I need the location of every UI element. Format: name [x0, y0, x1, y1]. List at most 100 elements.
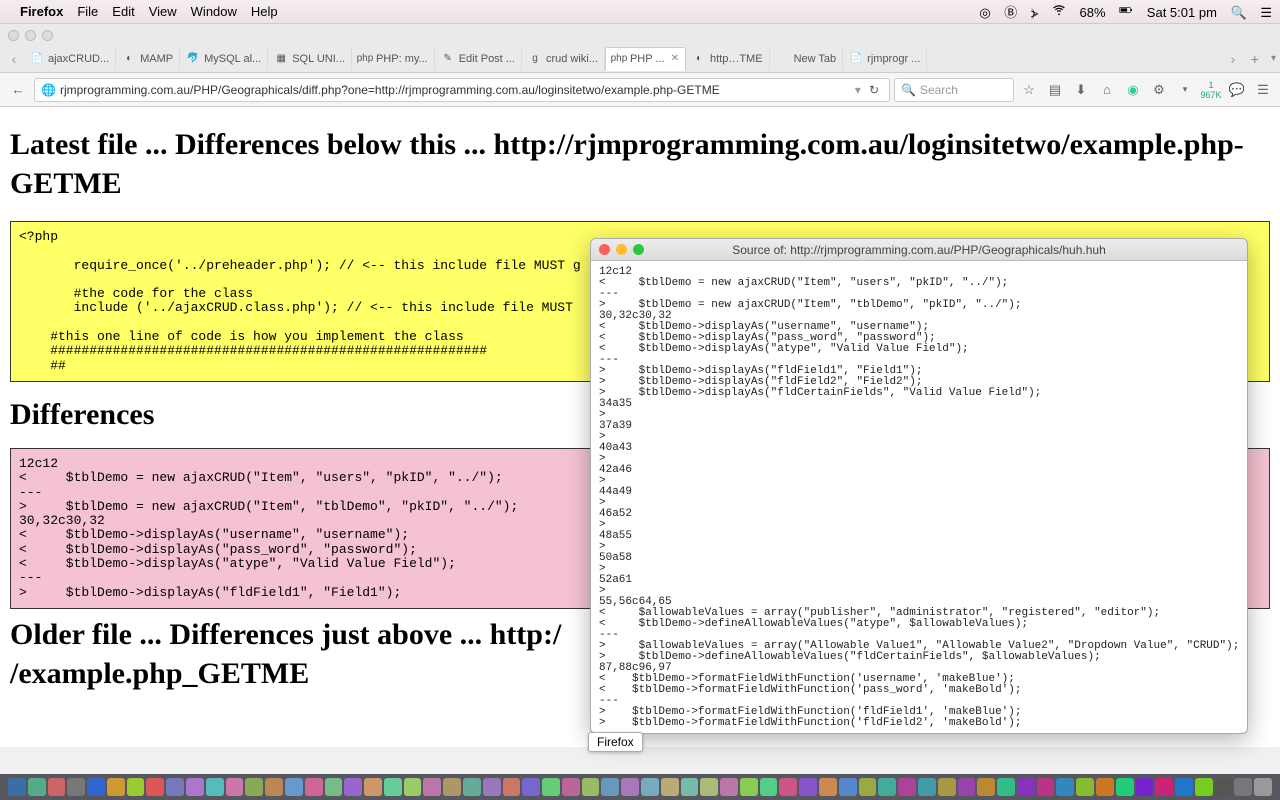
tab-nav-fwd[interactable]: › — [1223, 51, 1243, 67]
tab-close-icon[interactable]: ✕ — [671, 53, 679, 64]
dock-app-icon[interactable] — [859, 778, 877, 796]
dock-app-icon[interactable] — [760, 778, 778, 796]
popup-titlebar[interactable]: Source of: http://rjmprogramming.com.au/… — [591, 239, 1247, 261]
popup-max[interactable] — [633, 244, 644, 255]
reload-button[interactable]: ↻ — [865, 83, 883, 97]
dock-app-icon[interactable] — [384, 778, 402, 796]
window-max[interactable] — [42, 30, 53, 41]
dock-app-icon[interactable] — [1175, 778, 1193, 796]
popup-min[interactable] — [616, 244, 627, 255]
dock-app-icon[interactable] — [661, 778, 679, 796]
chat-icon[interactable]: 💬 — [1226, 82, 1248, 98]
menu-window[interactable]: Window — [191, 4, 237, 19]
dock-app-icon[interactable] — [265, 778, 283, 796]
menu-list-icon[interactable]: ☰ — [1260, 5, 1272, 21]
dock-app-icon[interactable] — [878, 778, 896, 796]
dock-app-icon[interactable] — [1195, 778, 1213, 796]
dock-app-icon[interactable] — [779, 778, 797, 796]
dock-app-icon[interactable] — [206, 778, 224, 796]
dock-app-icon[interactable] — [819, 778, 837, 796]
dock-app-icon[interactable] — [1037, 778, 1055, 796]
dock-app-icon[interactable] — [1096, 778, 1114, 796]
browser-tab[interactable]: New Tab — [770, 47, 844, 71]
browser-tab[interactable]: 📄ajaxCRUD... — [24, 47, 116, 71]
dock-app-icon[interactable] — [166, 778, 184, 796]
dock-app-icon[interactable] — [1076, 778, 1094, 796]
menu-edit[interactable]: Edit — [112, 4, 134, 19]
dock-app-icon[interactable] — [463, 778, 481, 796]
dock-app-icon[interactable] — [720, 778, 738, 796]
status-icon-1[interactable]: ◎ — [979, 5, 990, 21]
popup-close[interactable] — [599, 244, 610, 255]
dock-app-icon[interactable] — [582, 778, 600, 796]
dock-app-icon[interactable] — [542, 778, 560, 796]
menu-view[interactable]: View — [149, 4, 177, 19]
dock-app-icon[interactable] — [67, 778, 85, 796]
wifi-icon[interactable] — [1052, 3, 1066, 17]
dock-app-icon[interactable] — [8, 778, 26, 796]
dock-app-icon[interactable] — [700, 778, 718, 796]
dock-app-icon[interactable] — [245, 778, 263, 796]
dock-app-icon[interactable] — [364, 778, 382, 796]
status-icon-3[interactable]: ⦔ — [1031, 5, 1038, 21]
dock-app-icon[interactable] — [285, 778, 303, 796]
dock-app-icon[interactable] — [522, 778, 540, 796]
browser-tab[interactable]: ✎Edit Post ... — [435, 47, 522, 71]
browser-tab[interactable]: 📄rjmprogr ... — [843, 47, 927, 71]
dock-app-icon[interactable] — [958, 778, 976, 796]
clock[interactable]: Sat 5:01 pm — [1147, 5, 1217, 20]
back-button[interactable]: ← — [6, 78, 30, 102]
dock-app-icon[interactable] — [226, 778, 244, 796]
home-icon[interactable]: ⌂ — [1096, 82, 1118, 97]
window-close[interactable] — [8, 30, 19, 41]
dock-app-icon[interactable] — [146, 778, 164, 796]
dropdown-icon[interactable]: ▾ — [855, 83, 861, 97]
dock-app-icon[interactable] — [1254, 778, 1272, 796]
addon-icon-1[interactable]: ◉ — [1122, 82, 1144, 98]
dock-app-icon[interactable] — [799, 778, 817, 796]
status-icon-2[interactable]: Ⓑ — [1004, 2, 1017, 21]
dock-app-icon[interactable] — [1056, 778, 1074, 796]
dock-app-icon[interactable] — [325, 778, 343, 796]
dock-app-icon[interactable] — [898, 778, 916, 796]
dock-app-icon[interactable] — [641, 778, 659, 796]
dock-app-icon[interactable] — [1017, 778, 1035, 796]
url-field[interactable]: 🌐 rjmprogramming.com.au/PHP/Geographical… — [34, 78, 890, 102]
dock-app-icon[interactable] — [186, 778, 204, 796]
browser-tab[interactable]: ◐MAMP — [116, 47, 180, 71]
dock-app-icon[interactable] — [918, 778, 936, 796]
dock-app-icon[interactable] — [977, 778, 995, 796]
dock-app-icon[interactable] — [1215, 778, 1233, 796]
reader-icon[interactable]: ▤ — [1044, 82, 1066, 98]
dock-app-icon[interactable] — [344, 778, 362, 796]
tab-dropdown[interactable]: ▾ — [1267, 53, 1280, 64]
spotlight-icon[interactable]: 🔍 — [1231, 5, 1247, 21]
dock-app-icon[interactable] — [107, 778, 125, 796]
dock-app-icon[interactable] — [483, 778, 501, 796]
dock-app-icon[interactable] — [839, 778, 857, 796]
addon-icon-2[interactable]: ⚙ — [1148, 82, 1170, 98]
download-icon[interactable]: ⬇ — [1070, 82, 1092, 98]
dock-app-icon[interactable] — [740, 778, 758, 796]
app-name[interactable]: Firefox — [20, 4, 63, 19]
dock-app-icon[interactable] — [1136, 778, 1154, 796]
dock-app-icon[interactable] — [87, 778, 105, 796]
browser-tab[interactable]: phpPHP ...✕ — [605, 47, 686, 71]
new-tab-button[interactable]: + — [1243, 51, 1267, 67]
dock-app-icon[interactable] — [1116, 778, 1134, 796]
dock-app-icon[interactable] — [48, 778, 66, 796]
dock-app-icon[interactable] — [601, 778, 619, 796]
browser-tab[interactable]: gcrud wiki... — [522, 47, 605, 71]
popup-source-body[interactable]: 12c12 < $tblDemo = new ajaxCRUD("Item", … — [591, 261, 1247, 734]
search-field[interactable]: 🔍 Search — [894, 78, 1014, 102]
browser-tab[interactable]: ◐http…TME — [686, 47, 770, 71]
menu-file[interactable]: File — [77, 4, 98, 19]
dock-app-icon[interactable] — [404, 778, 422, 796]
dock-app-icon[interactable] — [305, 778, 323, 796]
dock-app-icon[interactable] — [562, 778, 580, 796]
dock-app-icon[interactable] — [1155, 778, 1173, 796]
dock-app-icon[interactable] — [28, 778, 46, 796]
browser-tab[interactable]: 🐬MySQL al... — [180, 47, 268, 71]
dock-app-icon[interactable] — [681, 778, 699, 796]
dock-app-icon[interactable] — [1234, 778, 1252, 796]
